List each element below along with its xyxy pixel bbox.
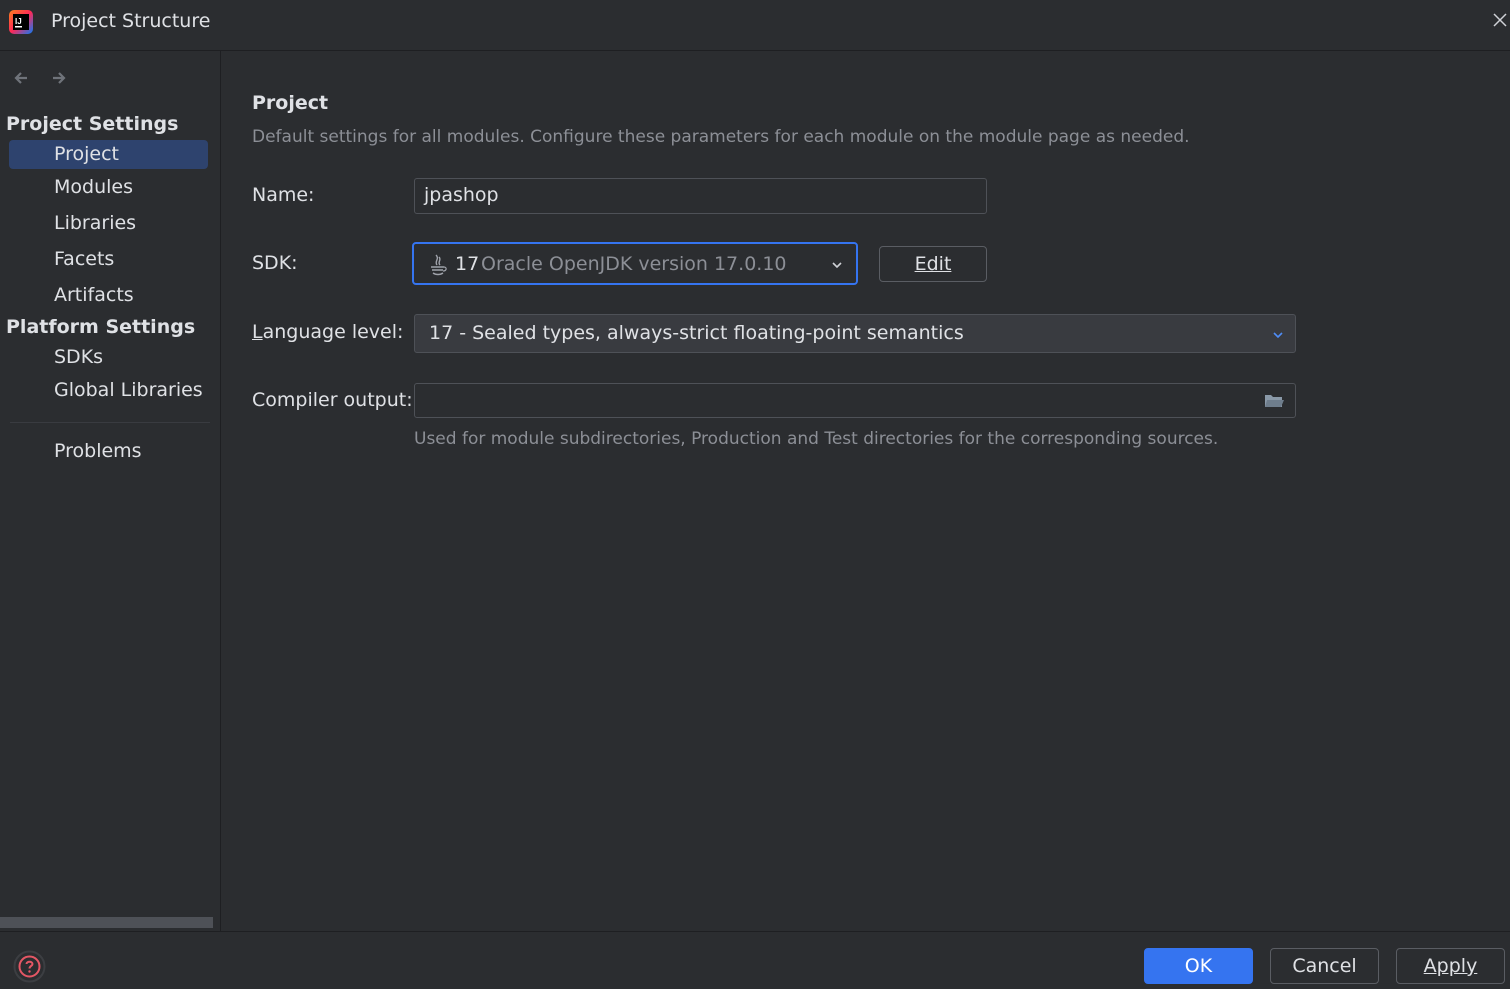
project-settings-header: Project Settings [6, 113, 179, 135]
sidebar-scrollbar[interactable] [0, 917, 213, 928]
sdk-label: SDK: [252, 252, 298, 274]
compiler-output-hint: Used for module subdirectories, Producti… [414, 429, 1219, 449]
arrow-left-icon[interactable] [11, 68, 31, 88]
sidebar-item-modules[interactable]: Modules [54, 176, 133, 198]
sidebar-item-sdks[interactable]: SDKs [54, 346, 103, 368]
page-description: Default settings for all modules. Config… [252, 127, 1190, 147]
sidebar-item-project[interactable]: Project [54, 143, 119, 165]
apply-button-label: Apply [1423, 955, 1478, 977]
sdk-dropdown[interactable]: 17 Oracle OpenJDK version 17.0.10 [412, 242, 858, 285]
edit-button-label: Edit [914, 253, 952, 275]
intellij-idea-icon: IJ [9, 10, 33, 34]
language-level-value: 17 - Sealed types, always-strict floatin… [429, 322, 964, 344]
sidebar-item-facets[interactable]: Facets [54, 248, 114, 270]
svg-text:IJ: IJ [15, 17, 22, 26]
name-label: Name: [252, 184, 315, 206]
chevron-down-icon [832, 262, 842, 269]
edit-sdk-button[interactable]: Edit [879, 246, 987, 282]
java-icon [431, 254, 447, 276]
help-icon[interactable] [13, 950, 46, 983]
name-input[interactable]: jpashop [414, 178, 987, 214]
chevron-down-icon [1273, 332, 1283, 339]
language-level-mnemonic: L [252, 321, 263, 343]
window-title: Project Structure [51, 10, 211, 32]
page-title: Project [252, 92, 329, 114]
arrow-right-icon[interactable] [49, 68, 69, 88]
sdk-version: 17 [455, 253, 480, 275]
compiler-output-label: Compiler output: [252, 389, 413, 411]
language-level-label: Language level: [252, 321, 403, 343]
sidebar-item-libraries[interactable]: Libraries [54, 212, 136, 234]
platform-settings-header: Platform Settings [6, 316, 196, 338]
compiler-output-input[interactable] [414, 383, 1296, 418]
title-bar [0, 0, 1510, 51]
sidebar-item-global-libraries[interactable]: Global Libraries [54, 379, 203, 401]
sdk-name: Oracle OpenJDK version 17.0.10 [481, 253, 787, 275]
close-icon[interactable] [1490, 10, 1510, 30]
language-level-dropdown[interactable]: 17 - Sealed types, always-strict floatin… [414, 314, 1296, 353]
sidebar-item-problems[interactable]: Problems [54, 440, 142, 462]
apply-button[interactable]: Apply [1396, 948, 1505, 984]
sidebar-item-artifacts[interactable]: Artifacts [54, 284, 134, 306]
ok-button[interactable]: OK [1144, 948, 1253, 984]
folder-icon[interactable] [1263, 391, 1285, 411]
sidebar-divider [10, 422, 210, 423]
language-level-label-text: anguage level: [262, 321, 404, 343]
cancel-button[interactable]: Cancel [1270, 948, 1379, 984]
